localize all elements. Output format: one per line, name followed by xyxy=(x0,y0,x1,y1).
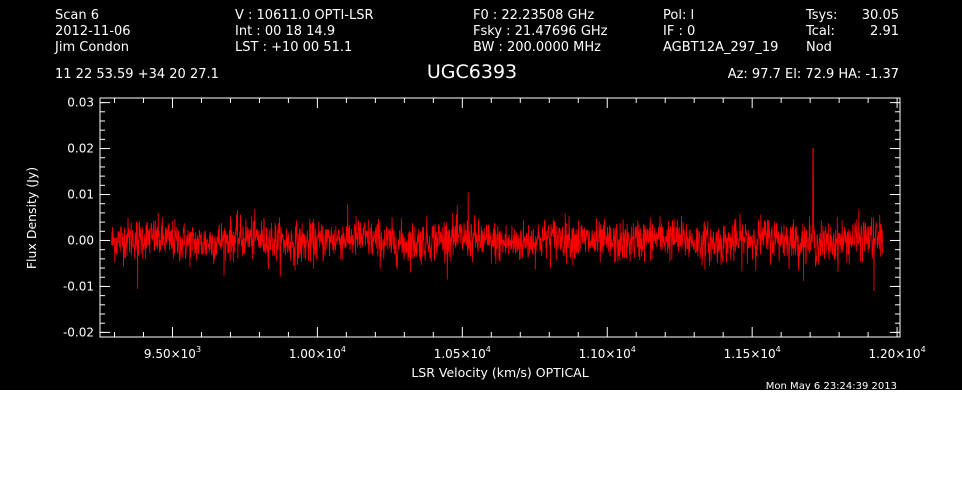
spectrum-plot: Scan 6 2012-11-06 Jim Condon V : 10611.0… xyxy=(0,0,962,390)
header-date: 2012-11-06 xyxy=(55,24,131,39)
header-tsys-value: 30.05 xyxy=(862,8,899,23)
x-tick-label: 1.15×104 xyxy=(724,345,781,361)
y-tick-label: 0.00 xyxy=(67,233,94,247)
x-tick-label: 1.10×104 xyxy=(579,345,636,361)
header-tsys-label: Tsys: xyxy=(805,8,837,23)
header-f0: F0 : 22.23508 GHz xyxy=(473,8,594,23)
header-scan: Scan 6 xyxy=(55,8,99,23)
x-axis-label: LSR Velocity (km/s) OPTICAL xyxy=(411,365,588,380)
header-fsky: Fsky : 21.47696 GHz xyxy=(473,24,608,39)
header-tcal-value: 2.91 xyxy=(870,24,899,39)
y-tick-label: -0.02 xyxy=(63,325,94,339)
header-coordinates: 11 22 53.59 +34 20 27.1 xyxy=(55,67,219,82)
plot-timestamp: Mon May 6 23:24:39 2013 xyxy=(766,381,897,390)
y-tick-label: 0.02 xyxy=(67,142,94,156)
header-mode: Nod xyxy=(806,40,832,55)
y-tick-label: 0.01 xyxy=(67,188,94,202)
header-observer: Jim Condon xyxy=(54,40,129,55)
header-velocity: V : 10611.0 OPTI-LSR xyxy=(235,8,374,23)
y-tick-label: -0.01 xyxy=(63,279,94,293)
plot-background xyxy=(0,0,962,390)
x-tick-label: 1.00×104 xyxy=(289,345,346,361)
header-tcal-label: Tcal: xyxy=(805,24,835,39)
header-integration: Int : 00 18 14.9 xyxy=(235,24,335,39)
header-pointing: Az: 97.7 El: 72.9 HA: -1.37 xyxy=(728,67,899,82)
x-tick-label: 1.05×104 xyxy=(434,345,491,361)
header-project: AGBT12A_297_19 xyxy=(663,40,778,55)
y-tick-label: 0.03 xyxy=(67,96,94,110)
y-axis-label: Flux Density (Jy) xyxy=(24,167,39,269)
header-lst: LST : +10 00 51.1 xyxy=(235,40,352,55)
chart-title: UGC6393 xyxy=(427,61,517,83)
x-tick-label: 9.50×103 xyxy=(144,345,201,361)
header-pol: Pol: l xyxy=(663,8,694,23)
x-tick-label: 1.20×104 xyxy=(869,345,926,361)
header-if: IF : 0 xyxy=(663,24,695,39)
header-bw: BW : 200.0000 MHz xyxy=(473,40,601,55)
